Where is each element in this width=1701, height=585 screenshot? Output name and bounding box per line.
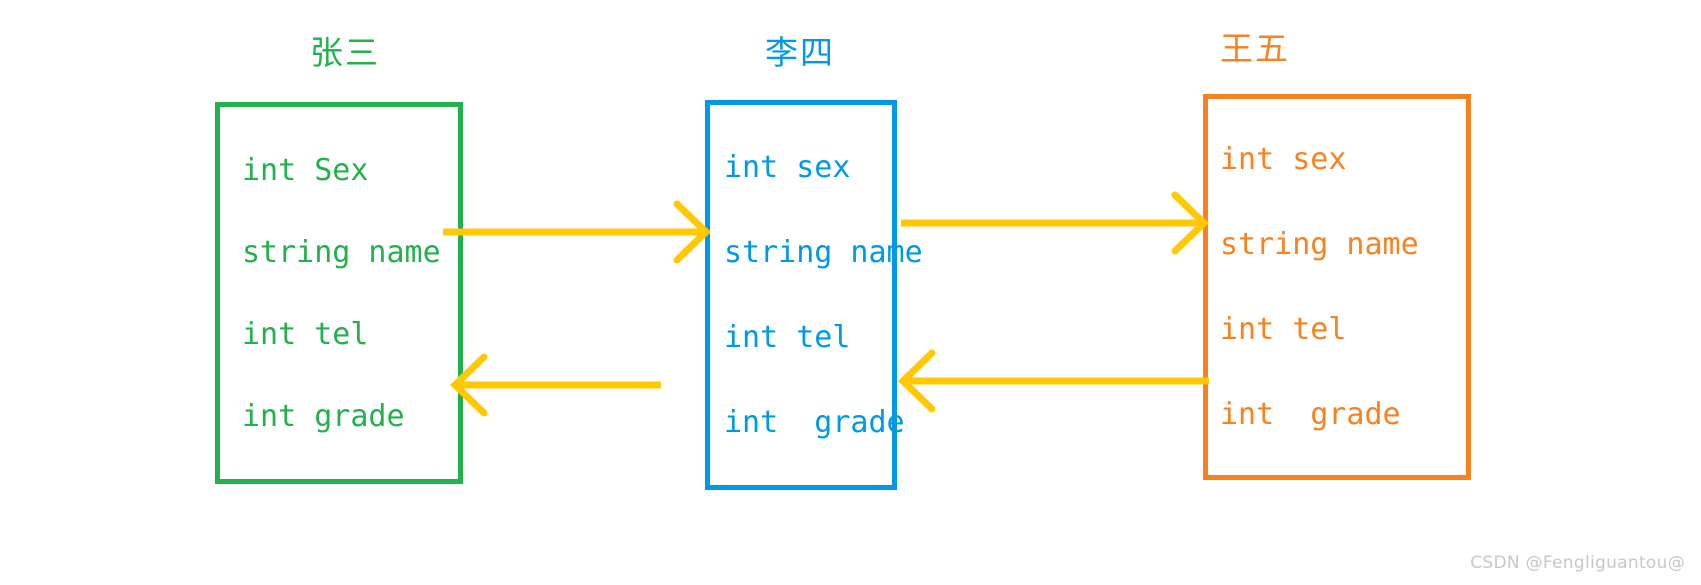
arrow-lisi-to-wangwu: [901, 191, 1211, 255]
entity-lisi-field-list: int sex string name int tel int grade: [710, 105, 923, 485]
entity-zhangsan-title: 张三: [310, 33, 380, 72]
arrow-wangwu-to-lisi: [897, 349, 1211, 413]
entity-lisi-title: 李四: [765, 33, 835, 72]
field-int-sex: int sex: [724, 150, 851, 185]
field-string-name: string name: [1220, 227, 1419, 262]
field-int-sex: int Sex: [242, 152, 369, 188]
field-int-tel: int tel: [724, 320, 851, 355]
arrow-zhangsan-to-lisi: [443, 200, 713, 264]
diagram-canvas: 张三 int Sex string name int tel int grade…: [0, 0, 1701, 585]
entity-lisi-box: int sex string name int tel int grade: [705, 100, 923, 490]
entity-zhangsan-field-list: int Sex string name int tel int grade: [220, 107, 458, 479]
field-int-tel: int tel: [242, 316, 369, 352]
entity-wangwu-box: int sex string name int tel int grade: [1203, 94, 1471, 480]
field-int-grade: int grade: [724, 405, 905, 440]
field-string-name: string name: [242, 234, 441, 270]
field-string-name: string name: [724, 235, 923, 270]
field-int-grade: int grade: [242, 398, 405, 434]
arrow-lisi-to-zhangsan: [449, 353, 663, 417]
entity-zhangsan-box: int Sex string name int tel int grade: [215, 102, 463, 484]
field-int-tel: int tel: [1220, 312, 1347, 347]
field-int-sex: int sex: [1220, 142, 1347, 177]
field-int-grade: int grade: [1220, 397, 1401, 432]
csdn-watermark: CSDN @Fengliguantou@: [1470, 553, 1685, 573]
entity-wangwu-title: 王五: [1220, 29, 1290, 68]
entity-wangwu-field-list: int sex string name int tel int grade: [1208, 99, 1466, 475]
